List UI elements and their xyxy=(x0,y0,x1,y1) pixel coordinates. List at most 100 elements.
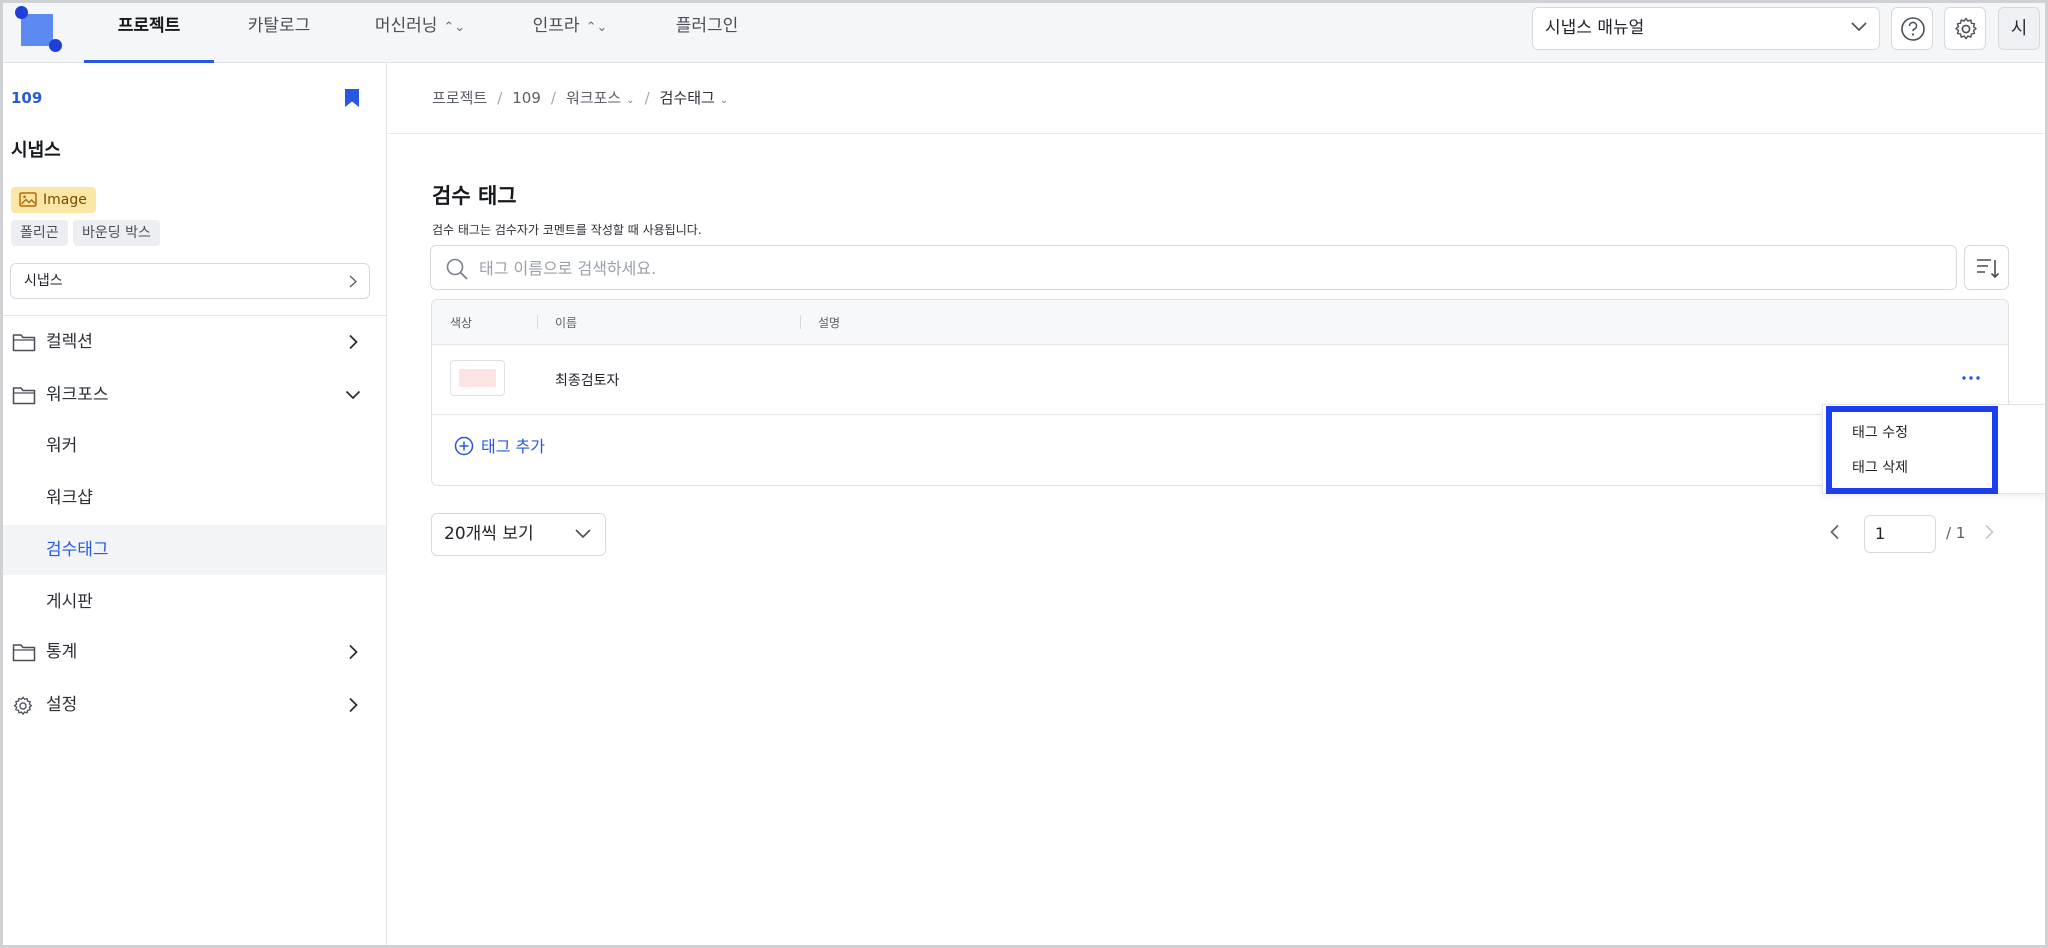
page-total: / 1 xyxy=(1946,524,1966,542)
image-icon xyxy=(19,192,37,207)
app-logo[interactable] xyxy=(14,6,62,54)
tab-label: 프로젝트 xyxy=(117,16,181,36)
color-swatch xyxy=(459,369,496,387)
tab-label: 플러그인 xyxy=(675,16,739,36)
tab-label: 인프라 xyxy=(532,16,580,36)
logo-dot xyxy=(49,39,62,52)
chevron-right-icon xyxy=(349,697,358,713)
breadcrumb-item[interactable]: 프로젝트 xyxy=(432,89,487,107)
project-id: 109 xyxy=(11,89,43,107)
data-type-chip: Image xyxy=(11,187,96,213)
sidebar-item-settings[interactable]: 설정 xyxy=(0,682,386,728)
tab-plugin[interactable]: 플러그인 xyxy=(660,0,754,63)
gear-icon xyxy=(13,696,33,715)
tab-label: 카탈로그 xyxy=(247,16,311,36)
avatar-initial: 시 xyxy=(2010,18,2028,39)
chevron-down-icon xyxy=(345,390,361,400)
help-button[interactable] xyxy=(1891,7,1933,50)
top-navigation-bar: 프로젝트 카탈로그 머신러닝 ⌃⌄ 인프라 ⌃⌄ 플러그인 시냅스 매뉴얼 시 xyxy=(0,0,2048,63)
sidebar-item-collection[interactable]: 컬렉션 xyxy=(0,319,386,365)
logo-dot xyxy=(15,6,28,19)
table-header: 색상 이름 설명 xyxy=(432,300,2008,345)
page-size-select[interactable]: 20개씩 보기 xyxy=(431,513,606,556)
updown-chevron-icon: ⌃⌄ xyxy=(443,20,466,35)
breadcrumb-item[interactable]: 109 xyxy=(512,89,541,107)
breadcrumb-item[interactable]: 워크포스 xyxy=(566,89,621,107)
manual-select-value: 시냅스 매뉴얼 xyxy=(1545,18,1645,38)
sidebar-item-worker[interactable]: 워커 xyxy=(0,421,386,471)
color-swatch-box xyxy=(450,360,505,396)
sidebar-item-label: 워크샵 xyxy=(46,488,93,508)
settings-button[interactable] xyxy=(1944,7,1986,50)
annotation-type-chip: 폴리곤 xyxy=(11,220,68,246)
tab-label: 머신러닝 xyxy=(374,16,438,36)
sidebar-item-stats[interactable]: 통계 xyxy=(0,629,386,675)
user-avatar[interactable]: 시 xyxy=(1998,7,2040,50)
sidebar-item-workshop[interactable]: 워크샵 xyxy=(0,473,386,523)
sidebar-item-workforce[interactable]: 워크포스 xyxy=(0,372,386,418)
breadcrumb: 프로젝트 / 109 / 워크포스 ⌄ / 검수태그 ⌄ xyxy=(432,88,728,111)
context-menu: 태그 수정 태그 삭제 xyxy=(1822,404,2048,494)
tab-project[interactable]: 프로젝트 xyxy=(84,0,214,63)
column-header-name: 이름 xyxy=(555,316,578,330)
sort-button[interactable] xyxy=(1964,245,2009,290)
chevron-right-icon xyxy=(349,275,357,288)
breadcrumb-separator: / xyxy=(550,89,556,107)
sidebar: 109 시냅스 Image 폴리곤 바운딩 박스 시냅스 컬렉션 워크포스 워커… xyxy=(0,63,387,948)
tab-machine-learning[interactable]: 머신러닝 ⌃⌄ xyxy=(360,0,480,63)
breadcrumb-current[interactable]: 검수태그 xyxy=(660,89,715,107)
folder-icon xyxy=(12,644,36,662)
sidebar-item-label: 검수태그 xyxy=(46,540,109,560)
sidebar-item-board[interactable]: 게시판 xyxy=(0,577,386,627)
breadcrumb-separator: / xyxy=(644,89,650,107)
tags-table: 색상 이름 설명 최종검토자 태그 추가 xyxy=(431,299,2009,486)
header-divider xyxy=(388,133,2044,134)
data-type-label: Image xyxy=(43,192,87,208)
add-tag-button[interactable]: 태그 추가 xyxy=(454,436,545,457)
chevron-right-icon xyxy=(349,334,358,350)
sidebar-item-label: 컬렉션 xyxy=(46,332,93,352)
project-name: 시냅스 xyxy=(11,140,61,161)
page-title: 검수 태그 xyxy=(432,184,517,208)
page-number-input[interactable]: 1 xyxy=(1864,515,1936,553)
gear-icon xyxy=(1955,17,1977,40)
annotation-type-label: 폴리곤 xyxy=(20,225,59,241)
annotation-type-label: 바운딩 박스 xyxy=(82,225,151,241)
add-tag-label: 태그 추가 xyxy=(481,437,545,456)
column-separator xyxy=(537,315,538,329)
sidebar-item-label: 게시판 xyxy=(46,592,93,612)
search-input[interactable] xyxy=(479,254,1879,282)
menu-item-edit-tag[interactable]: 태그 수정 xyxy=(1852,422,1908,442)
chevron-down-icon[interactable]: ⌄ xyxy=(720,95,728,106)
menu-item-delete-tag[interactable]: 태그 삭제 xyxy=(1852,457,1908,477)
chevron-right-icon[interactable] xyxy=(1984,524,1994,540)
sidebar-item-label: 워커 xyxy=(46,436,78,456)
chevron-down-icon xyxy=(1851,22,1867,32)
page-size-value: 20개씩 보기 xyxy=(444,524,534,544)
bookmark-icon[interactable] xyxy=(343,88,361,108)
tab-catalog[interactable]: 카탈로그 xyxy=(214,0,344,63)
project-select-value: 시냅스 xyxy=(24,273,63,289)
sidebar-item-label: 통계 xyxy=(46,642,78,662)
search-icon xyxy=(446,258,468,280)
tab-infra[interactable]: 인프라 ⌃⌄ xyxy=(520,0,620,63)
project-select[interactable]: 시냅스 xyxy=(10,263,370,299)
more-options-icon[interactable] xyxy=(1956,367,1986,389)
chevron-down-icon[interactable]: ⌄ xyxy=(626,95,634,106)
tag-name: 최종검토자 xyxy=(555,373,620,389)
chevron-right-icon xyxy=(349,644,358,660)
column-separator xyxy=(800,315,801,329)
chevron-left-icon[interactable] xyxy=(1830,524,1840,540)
logo-square xyxy=(21,14,53,46)
updown-chevron-icon: ⌃⌄ xyxy=(585,20,608,35)
search-box[interactable] xyxy=(430,245,1957,290)
table-row[interactable]: 최종검토자 xyxy=(432,345,2008,415)
chevron-down-icon xyxy=(575,529,591,539)
annotation-type-chip: 바운딩 박스 xyxy=(73,220,160,246)
sidebar-item-review-tags[interactable]: 검수태그 xyxy=(0,525,386,575)
sidebar-item-label: 설정 xyxy=(46,695,78,715)
page-number-value: 1 xyxy=(1875,524,1886,543)
manual-select[interactable]: 시냅스 매뉴얼 xyxy=(1532,7,1880,50)
breadcrumb-separator: / xyxy=(497,89,503,107)
folder-icon xyxy=(12,387,36,405)
